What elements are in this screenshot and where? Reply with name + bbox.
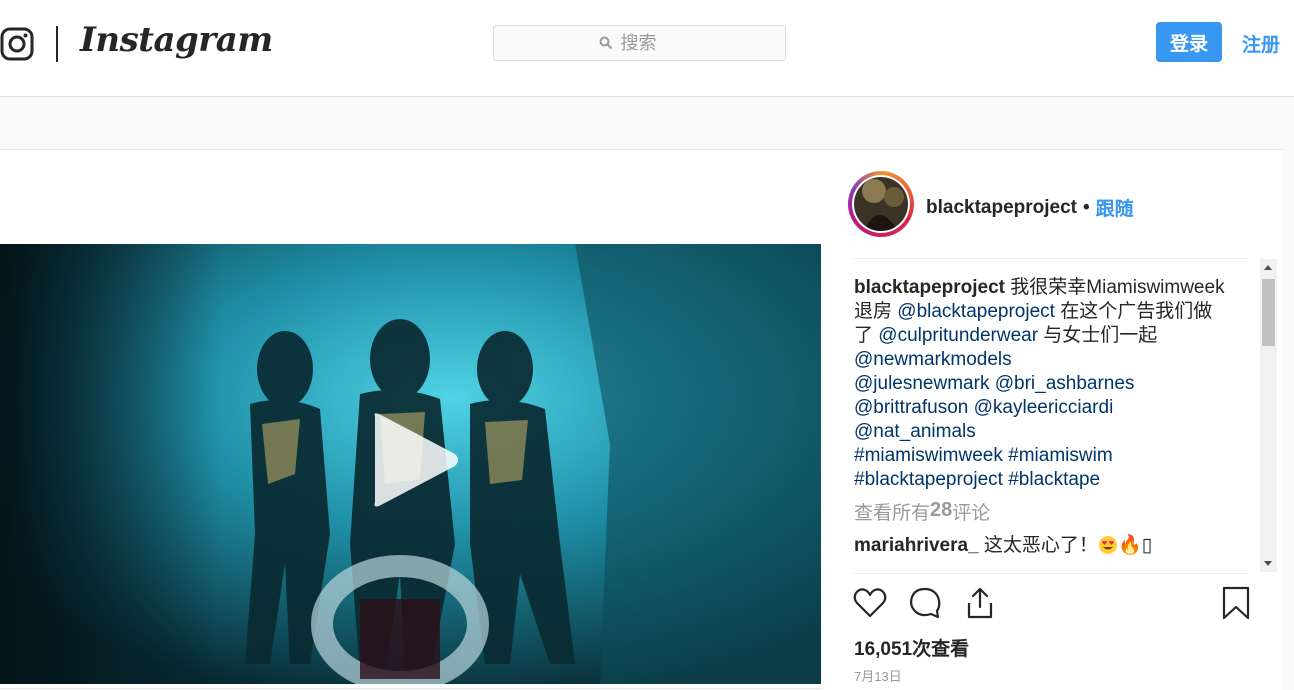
caption-text-3: 与女士们一起 (1038, 325, 1158, 346)
follow-button[interactable]: 跟随 (1096, 194, 1134, 221)
caption-author[interactable]: blacktapeproject (854, 277, 1005, 298)
caption-hashtag[interactable]: #blacktape (1008, 469, 1100, 490)
caption-mention[interactable]: @kayleericciardi (974, 397, 1114, 418)
caption-hashtag[interactable]: #blacktapeproject (854, 469, 1003, 490)
comment-author[interactable]: mariahrivera_ (854, 535, 979, 556)
post-side-pane: blacktapeproject • 跟随 blacktapeproject 我… (821, 150, 1283, 690)
search-icon (599, 36, 612, 50)
post-date[interactable]: 7月13日 (854, 666, 902, 685)
heart-icon[interactable] (852, 585, 888, 621)
comment-icon[interactable] (907, 585, 943, 621)
actions-divider (853, 573, 1249, 574)
scroll-down-arrow[interactable] (1264, 561, 1272, 566)
instagram-wordmark[interactable]: Instagram (80, 20, 273, 60)
avatar-image (854, 177, 908, 231)
header-divider (853, 258, 1249, 259)
top-nav: Instagram 登录 注册 (0, 0, 1294, 97)
post-header: blacktapeproject • 跟随 (926, 194, 1134, 221)
view-count[interactable]: 16,051次查看 (854, 634, 969, 661)
post-actions (852, 585, 1252, 625)
comments-scrollbar[interactable] (1260, 259, 1277, 572)
comments-list[interactable]: blacktapeproject 我很荣幸Miamiswimweek退房 @bl… (854, 276, 1226, 572)
caption-mention[interactable]: @julesnewmark (854, 373, 989, 394)
caption-mention[interactable]: @brittrafuson (854, 397, 968, 418)
avatar-story-ring[interactable] (848, 171, 914, 237)
search-input[interactable] (620, 32, 681, 54)
caption-mention[interactable]: @blacktapeproject (897, 301, 1055, 322)
comment-count: 28 (930, 499, 953, 521)
separator-dot: • (1083, 196, 1090, 218)
comment-text: 这太恶心了！ (978, 535, 1098, 556)
view-all-comments-link[interactable]: 查看所有28评论 (854, 498, 1226, 526)
caption-mention[interactable]: @culpritunderwear (878, 325, 1038, 346)
caption-mention[interactable]: @nat_animals (854, 421, 976, 442)
caption-hashtag[interactable]: #miamiswim (1008, 445, 1113, 466)
caption: blacktapeproject 我很荣幸Miamiswimweek退房 @bl… (854, 276, 1226, 492)
scroll-thumb[interactable] (1262, 279, 1275, 346)
view-all-suffix: 评论 (952, 503, 991, 524)
post-username[interactable]: blacktapeproject (926, 197, 1077, 219)
signup-link[interactable]: 注册 (1242, 30, 1280, 57)
bookmark-icon[interactable] (1220, 585, 1252, 621)
post-video[interactable] (0, 244, 821, 684)
logo-divider (56, 26, 58, 62)
play-icon[interactable] (363, 410, 463, 510)
heart-eyes-emoji-icon (1098, 536, 1117, 554)
caption-mention[interactable]: @newmarkmodels (854, 349, 1012, 370)
search-box[interactable] (493, 25, 786, 61)
login-button[interactable]: 登录 (1156, 22, 1222, 62)
view-all-prefix: 查看所有 (854, 503, 931, 524)
caption-hashtag[interactable]: #miamiswimweek (854, 445, 1003, 466)
share-icon[interactable] (962, 585, 998, 621)
post-card: blacktapeproject • 跟随 blacktapeproject 我… (0, 149, 1283, 690)
instagram-glyph-icon[interactable] (0, 27, 34, 61)
caption-mention[interactable]: @bri_ashbarnes (995, 373, 1135, 394)
comment-item: mariahrivera_ 这太恶心了！ 🔥▯ (854, 534, 1226, 558)
fire-emoji-icon: 🔥 (1117, 535, 1142, 556)
scroll-up-arrow[interactable] (1264, 265, 1272, 270)
avatar[interactable] (852, 175, 910, 233)
missing-glyph: ▯ (1141, 535, 1153, 556)
